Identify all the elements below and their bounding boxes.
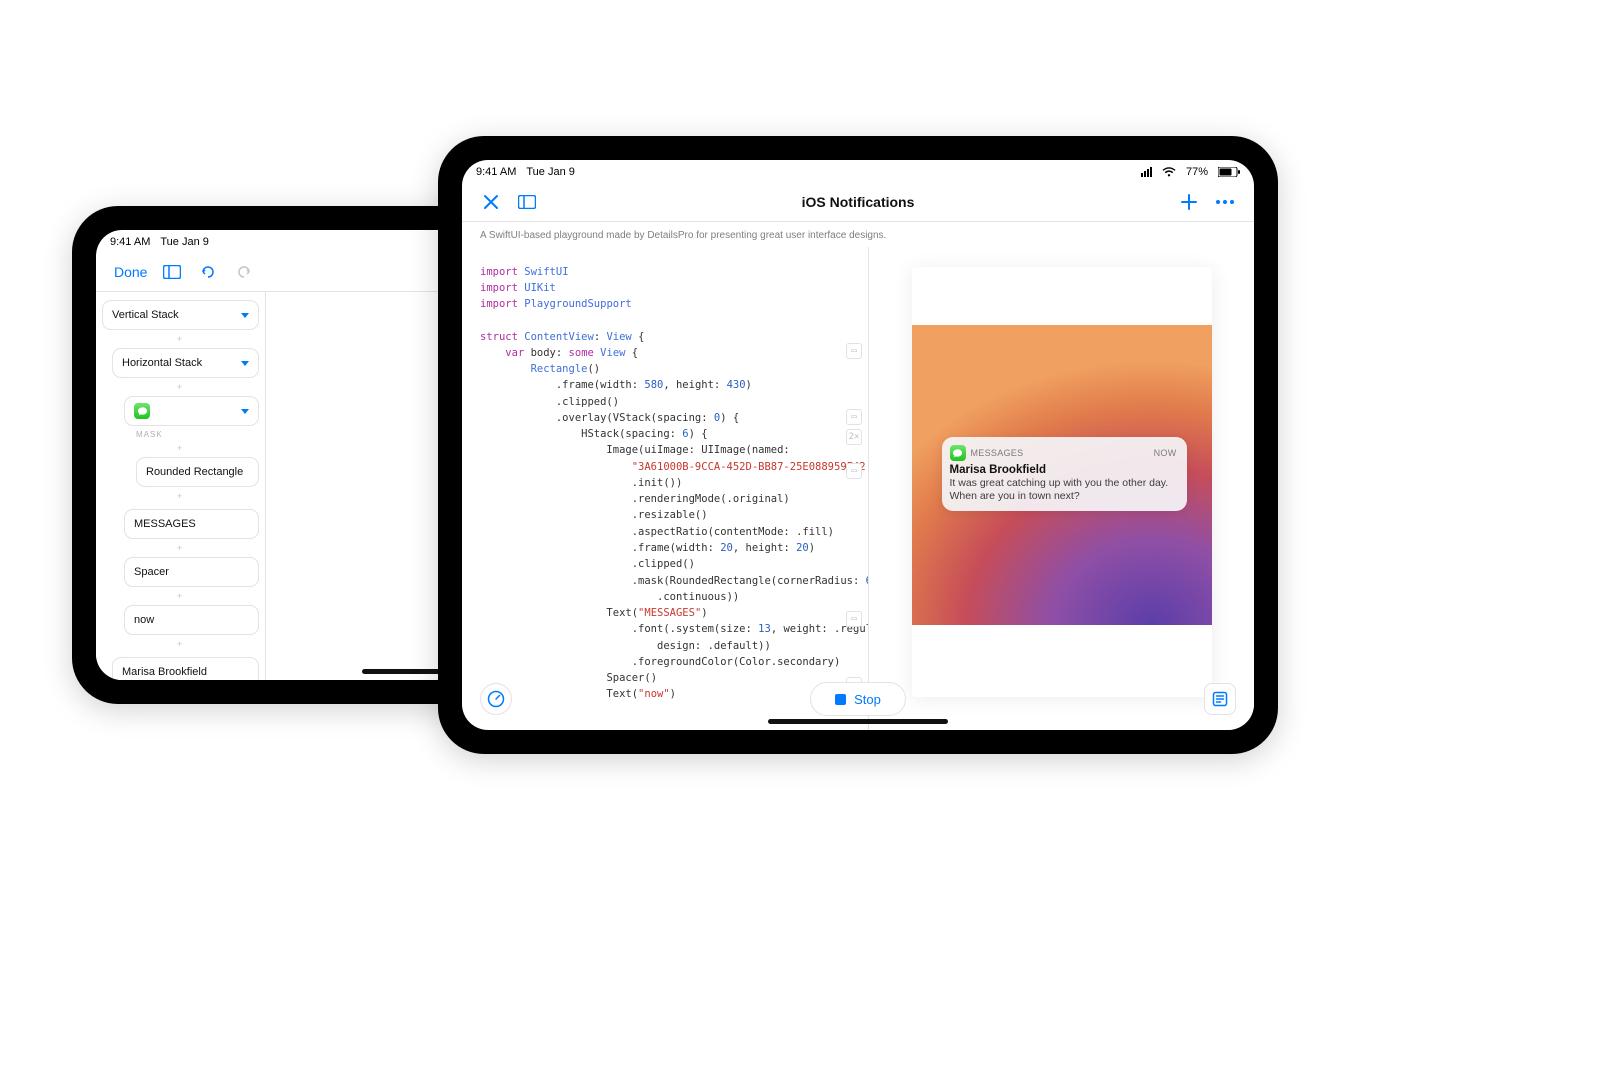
status-date: Tue Jan 9 — [160, 236, 209, 248]
battery-pct: 77% — [1186, 166, 1208, 178]
tree-messages-text[interactable]: MESSAGES — [124, 509, 259, 539]
live-preview: MESSAGES now Marisa Brookfield It was gr… — [869, 247, 1254, 730]
done-button[interactable]: Done — [114, 264, 147, 280]
close-icon[interactable] — [480, 191, 502, 213]
result-marker[interactable]: ▭ — [846, 611, 862, 627]
tree-name-text[interactable]: Marisa Brookfield — [112, 657, 259, 680]
notification-card: MESSAGES now Marisa Brookfield It was gr… — [942, 437, 1187, 511]
status-time: 9:41 AM — [110, 236, 150, 248]
sidebar-toggle-icon[interactable] — [516, 191, 538, 213]
playground-description: A SwiftUI-based playground made by Detai… — [462, 222, 1254, 247]
notification-app-label: MESSAGES — [971, 448, 1024, 458]
notification-time: now — [1154, 448, 1177, 458]
result-marker[interactable]: ▭ — [846, 463, 862, 479]
ipad-right: 9:41 AM Tue Jan 9 77% iOS Notifications — [438, 136, 1278, 754]
code-editor[interactable]: import SwiftUI import UIKit import Playg… — [462, 258, 868, 709]
view-tree-panel: Vertical Stack + Horizontal Stack + MASK… — [96, 292, 266, 680]
mask-label: MASK — [102, 430, 259, 439]
messages-app-icon — [134, 403, 150, 419]
sidebar-toggle-icon[interactable] — [161, 261, 183, 283]
status-bar-right: 9:41 AM Tue Jan 9 77% — [462, 160, 1254, 182]
more-icon[interactable] — [1214, 191, 1236, 213]
tree-image[interactable] — [124, 396, 259, 426]
battery-icon — [1218, 167, 1240, 177]
tree-vstack[interactable]: Vertical Stack — [102, 300, 259, 330]
messages-app-icon — [950, 445, 966, 461]
result-marker[interactable]: ▭ — [846, 409, 862, 425]
tree-now-text[interactable]: now — [124, 605, 259, 635]
status-date: Tue Jan 9 — [526, 166, 575, 178]
wifi-icon — [1162, 167, 1176, 177]
notification-message: It was great catching up with you the ot… — [950, 477, 1177, 503]
status-time: 9:41 AM — [476, 166, 516, 178]
redo-icon[interactable] — [233, 261, 255, 283]
undo-icon[interactable] — [197, 261, 219, 283]
result-marker[interactable]: ▭ — [846, 343, 862, 359]
results-gutter: ▭ ▭ 2× ▭ ▭ ▭ — [846, 255, 862, 693]
playgrounds-title: iOS Notifications — [802, 194, 915, 210]
result-marker[interactable]: ▭ — [846, 677, 862, 693]
add-icon[interactable] — [1178, 191, 1200, 213]
tree-spacer[interactable]: Spacer — [124, 557, 259, 587]
notification-sender: Marisa Brookfield — [950, 464, 1177, 476]
cellular-icon — [1141, 167, 1152, 177]
home-indicator — [768, 719, 948, 724]
tree-rounded-rect[interactable]: Rounded Rectangle — [136, 457, 259, 487]
playgrounds-toolbar: iOS Notifications — [462, 182, 1254, 222]
tree-hstack[interactable]: Horizontal Stack — [112, 348, 259, 378]
result-marker-multi[interactable]: 2× — [846, 429, 862, 445]
